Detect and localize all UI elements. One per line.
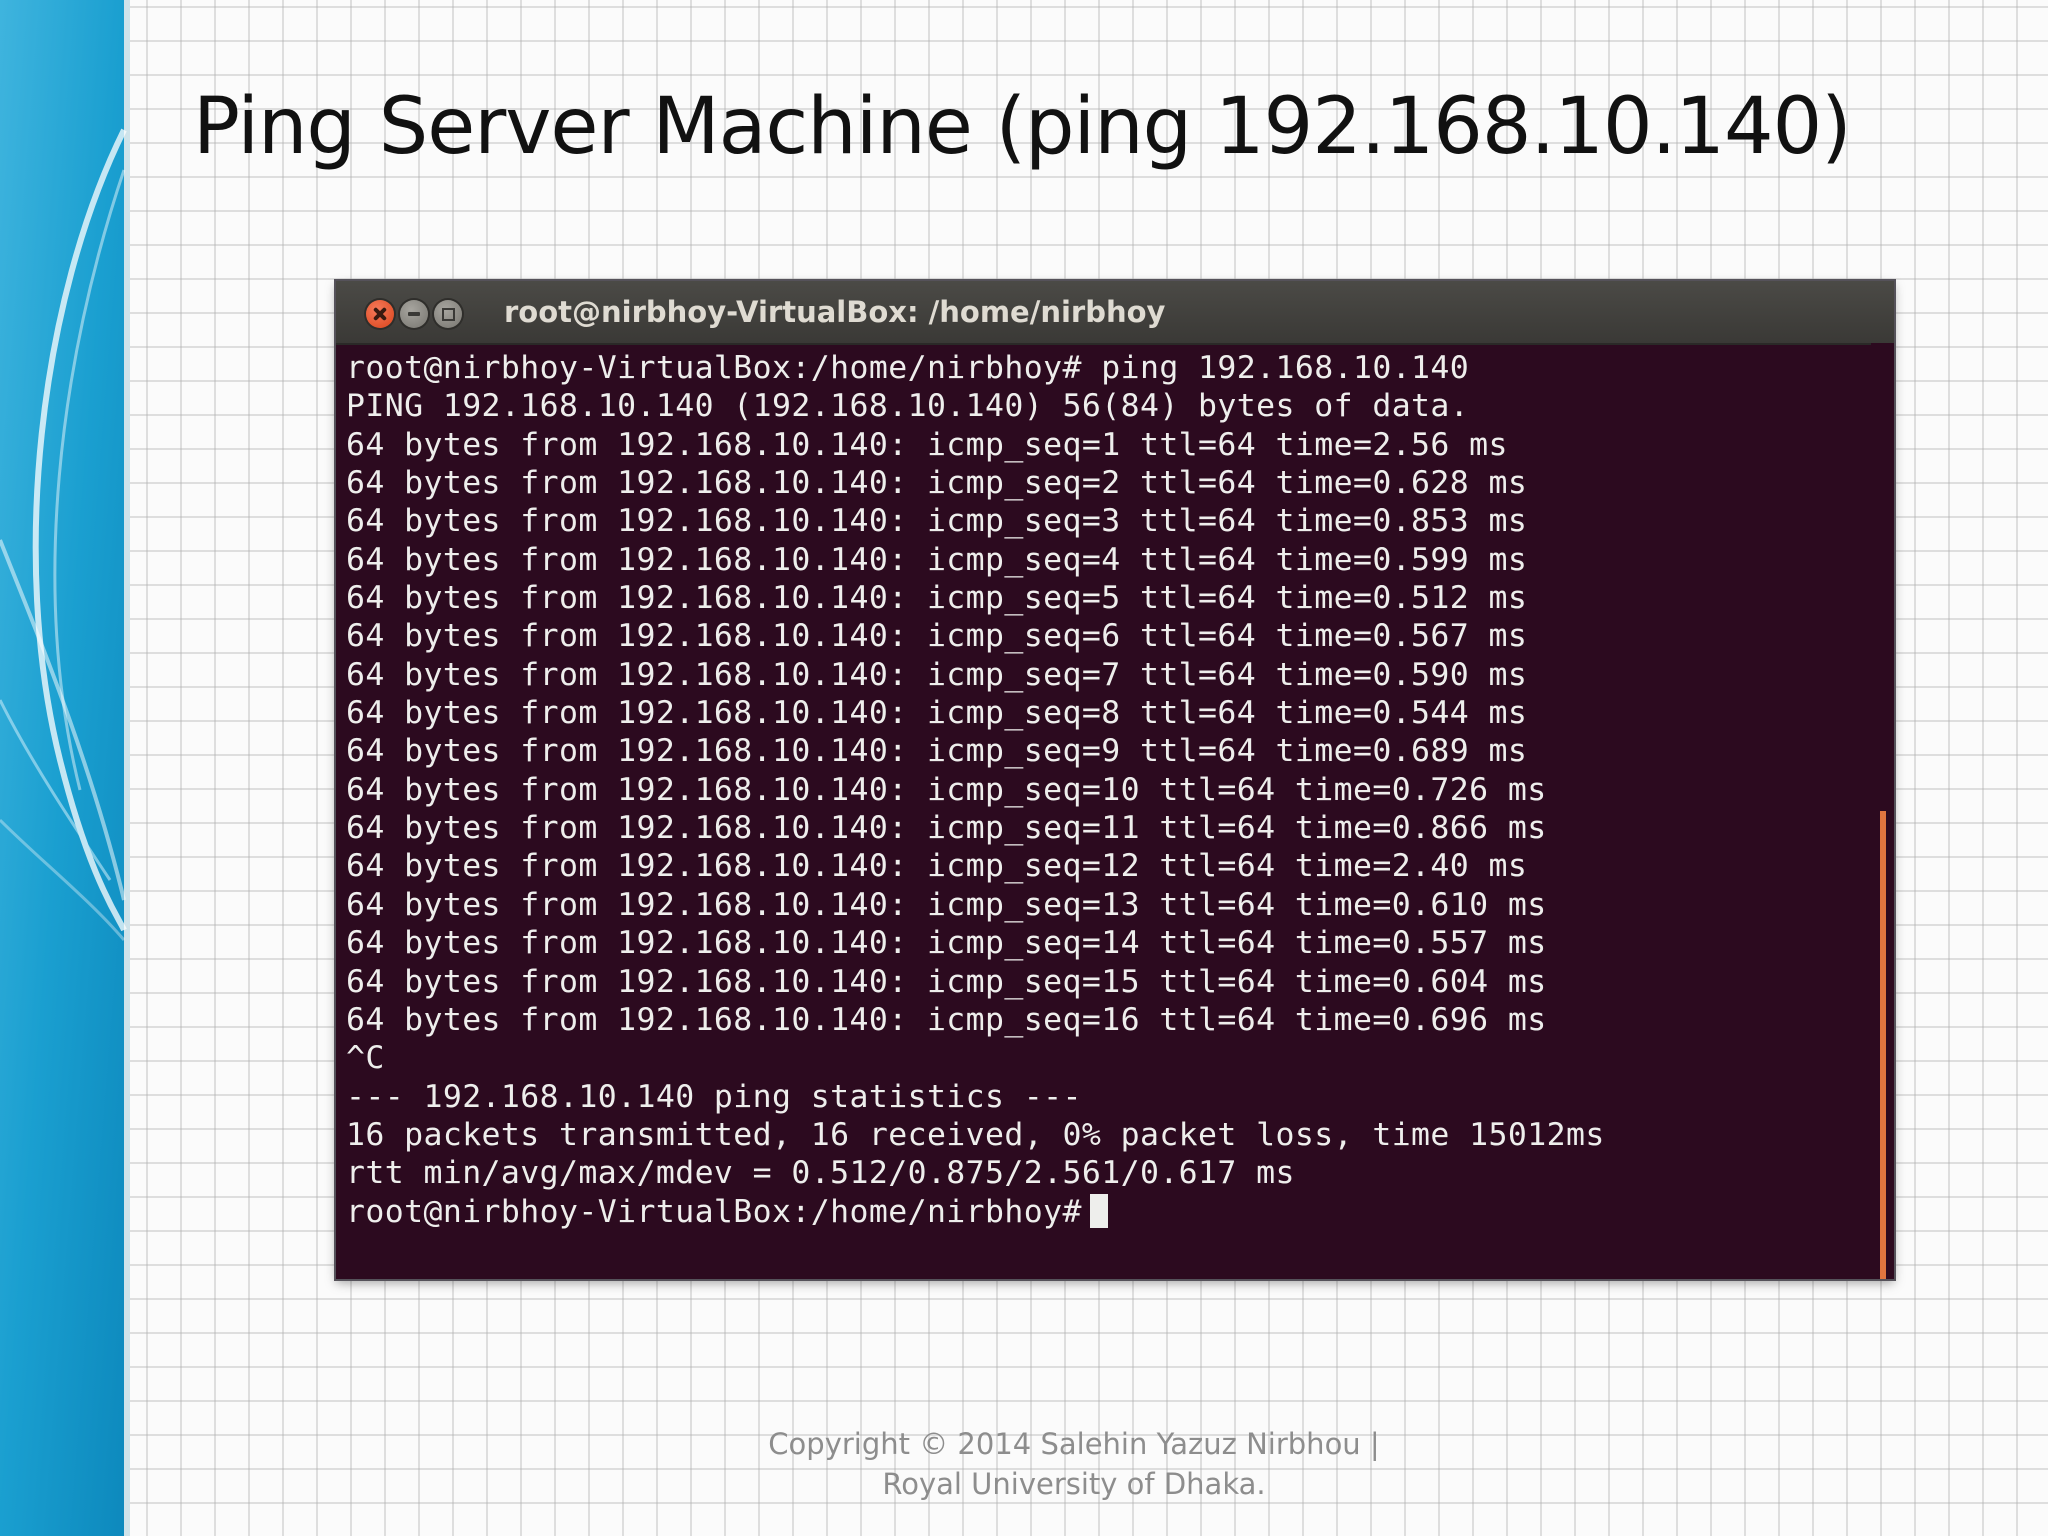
terminal-line: 16 packets transmitted, 16 received, 0% … bbox=[346, 1116, 1605, 1153]
institution-text: Royal University of Dhaka. bbox=[882, 1467, 1266, 1501]
terminal-line: 64 bytes from 192.168.10.140: icmp_seq=1… bbox=[346, 925, 1547, 962]
terminal-output[interactable]: root@nirbhoy-VirtualBox:/home/nirbhoy# p… bbox=[346, 349, 1605, 1231]
terminal-line: 64 bytes from 192.168.10.140: icmp_seq=6… bbox=[346, 618, 1528, 655]
terminal-cursor bbox=[1089, 1193, 1108, 1228]
terminal-line: 64 bytes from 192.168.10.140: icmp_seq=1… bbox=[346, 426, 1508, 463]
terminal-line: rtt min/avg/max/mdev = 0.512/0.875/2.561… bbox=[346, 1155, 1295, 1192]
terminal-line: 64 bytes from 192.168.10.140: icmp_seq=5… bbox=[346, 580, 1528, 617]
terminal-line: 64 bytes from 192.168.10.140: icmp_seq=2… bbox=[346, 465, 1528, 502]
terminal-line: 64 bytes from 192.168.10.140: icmp_seq=1… bbox=[346, 1001, 1547, 1038]
terminal-line: --- 192.168.10.140 ping statistics --- bbox=[346, 1078, 1082, 1115]
terminal-scrollbar-thumb[interactable] bbox=[1880, 811, 1886, 1279]
terminal-line: 64 bytes from 192.168.10.140: icmp_seq=7… bbox=[346, 656, 1528, 693]
terminal-line: 64 bytes from 192.168.10.140: icmp_seq=3… bbox=[346, 503, 1528, 540]
terminal-line: 64 bytes from 192.168.10.140: icmp_seq=8… bbox=[346, 695, 1528, 732]
terminal-prompt: root@nirbhoy-VirtualBox:/home/nirbhoy# bbox=[346, 1193, 1082, 1230]
maximize-icon[interactable] bbox=[434, 300, 462, 328]
minimize-icon[interactable] bbox=[400, 300, 428, 328]
terminal-line: 64 bytes from 192.168.10.140: icmp_seq=1… bbox=[346, 810, 1547, 847]
terminal-line: 64 bytes from 192.168.10.140: icmp_seq=1… bbox=[346, 963, 1547, 1000]
terminal-window[interactable]: root@nirbhoy-VirtualBox: /home/nirbhoy r… bbox=[336, 281, 1894, 1279]
terminal-line: ^C bbox=[346, 1040, 385, 1077]
close-icon[interactable] bbox=[366, 300, 394, 328]
terminal-line: 64 bytes from 192.168.10.140: icmp_seq=9… bbox=[346, 733, 1528, 770]
terminal-titlebar[interactable]: root@nirbhoy-VirtualBox: /home/nirbhoy bbox=[336, 281, 1894, 345]
copyright-text: Copyright © 2014 Salehin Yazuz Nirbhou | bbox=[768, 1427, 1380, 1461]
terminal-line: PING 192.168.10.140 (192.168.10.140) 56(… bbox=[346, 388, 1470, 425]
slide-title: Ping Server Machine (ping 192.168.10.140… bbox=[193, 82, 1852, 172]
terminal-line: 64 bytes from 192.168.10.140: icmp_seq=1… bbox=[346, 886, 1547, 923]
terminal-window-title: root@nirbhoy-VirtualBox: /home/nirbhoy bbox=[504, 295, 1166, 329]
terminal-line: 64 bytes from 192.168.10.140: icmp_seq=4… bbox=[346, 541, 1528, 578]
slide-side-decoration bbox=[0, 0, 130, 1536]
slide-footer: Copyright © 2014 Salehin Yazuz Nirbhou |… bbox=[700, 1424, 1448, 1504]
terminal-line: root@nirbhoy-VirtualBox:/home/nirbhoy# p… bbox=[346, 350, 1470, 386]
terminal-line: 64 bytes from 192.168.10.140: icmp_seq=1… bbox=[346, 771, 1547, 808]
terminal-prompt-line[interactable]: root@nirbhoy-VirtualBox:/home/nirbhoy# bbox=[346, 1193, 1605, 1231]
terminal-line: 64 bytes from 192.168.10.140: icmp_seq=1… bbox=[346, 848, 1528, 885]
